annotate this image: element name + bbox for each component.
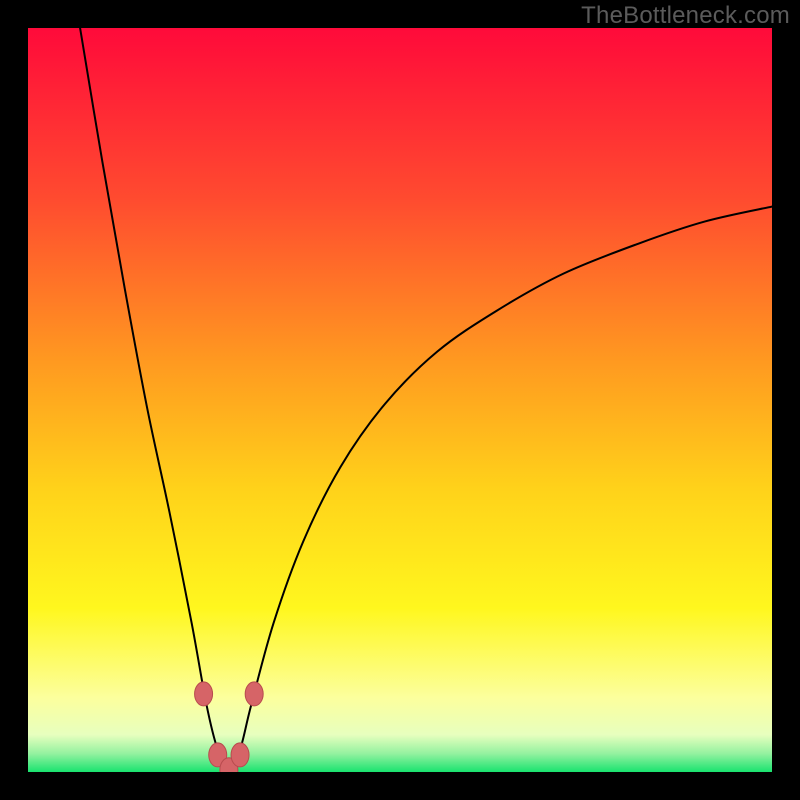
- bottleneck-chart: [28, 28, 772, 772]
- marker-point: [195, 682, 213, 706]
- watermark-text: TheBottleneck.com: [581, 2, 790, 30]
- marker-point: [231, 743, 249, 767]
- plot-area-background: [28, 28, 772, 772]
- marker-point: [245, 682, 263, 706]
- chart-frame: TheBottleneck.com: [0, 0, 800, 800]
